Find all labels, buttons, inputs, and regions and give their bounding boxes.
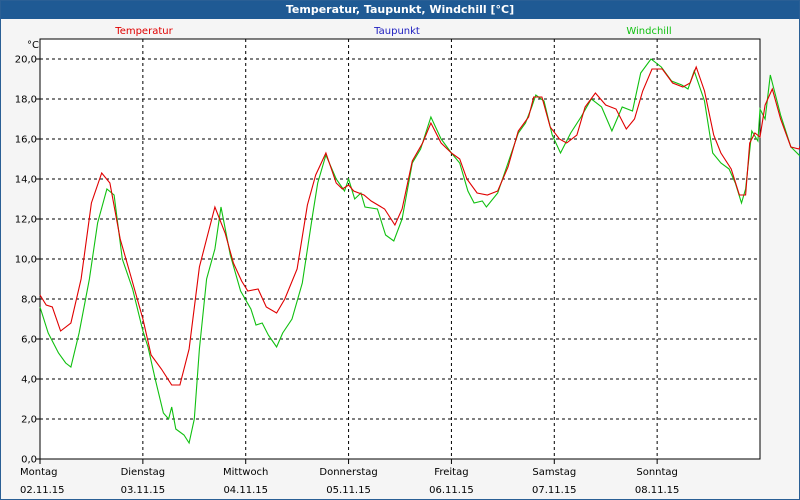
y-tick-label: 20,0: [15, 55, 37, 66]
y-axis-ticks: 0,0 2,0 4,0 6,0 8,0 10,0 12,0 14,0 16,0 18,0 20,0: [15, 55, 40, 466]
x-tick-day-label: Freitag: [434, 467, 468, 478]
y-tick-label: 0,0: [21, 455, 37, 466]
legend-windchill: Windchill: [626, 26, 671, 37]
x-tick-day-label: Sonntag: [636, 467, 678, 478]
y-axis-unit-label: °C: [27, 40, 39, 51]
y-tick-label: 10,0: [15, 255, 37, 266]
chart-canvas: 0,02,04,06,08,010,012,014,016,018,020,0 …: [15, 26, 800, 496]
y-tick-label: 4,0: [21, 375, 37, 386]
y-tick-label: 6,0: [21, 335, 37, 346]
y-tick-label: 16,0: [15, 135, 37, 146]
y-tick-label: 8,0: [21, 295, 37, 306]
plot-area: [39, 38, 761, 460]
x-tick-day-label: Montag: [20, 467, 57, 478]
y-tick-label: 14,0: [15, 175, 37, 186]
x-tick-day-label: Donnerstag: [319, 467, 377, 478]
legend-temperatur: Temperatur: [114, 26, 173, 37]
x-axis-ticks: Montag 02.11.15 Dienstag 03.11.15 Mittwoch 04…: [20, 459, 679, 496]
x-tick-day-label: Mittwoch: [223, 467, 268, 478]
x-tick-date-label: 02.11.15: [20, 485, 65, 496]
x-tick-date-label: 07.11.15: [532, 485, 577, 496]
x-tick-day-label: Samstag: [532, 467, 576, 478]
legend-taupunkt: Taupunkt: [373, 26, 420, 37]
x-tick-date-label: 04.11.15: [223, 485, 268, 496]
y-tick-label: 12,0: [15, 215, 37, 226]
x-tick-date-label: 03.11.15: [121, 485, 166, 496]
y-tick-label: 2,0: [21, 415, 37, 426]
x-tick-date-label: 08.11.15: [635, 485, 680, 496]
y-tick-label: 18,0: [15, 95, 37, 106]
x-tick-day-label: Dienstag: [121, 467, 166, 478]
x-tick-date-label: 05.11.15: [326, 485, 371, 496]
x-tick-date-label: 06.11.15: [429, 485, 474, 496]
